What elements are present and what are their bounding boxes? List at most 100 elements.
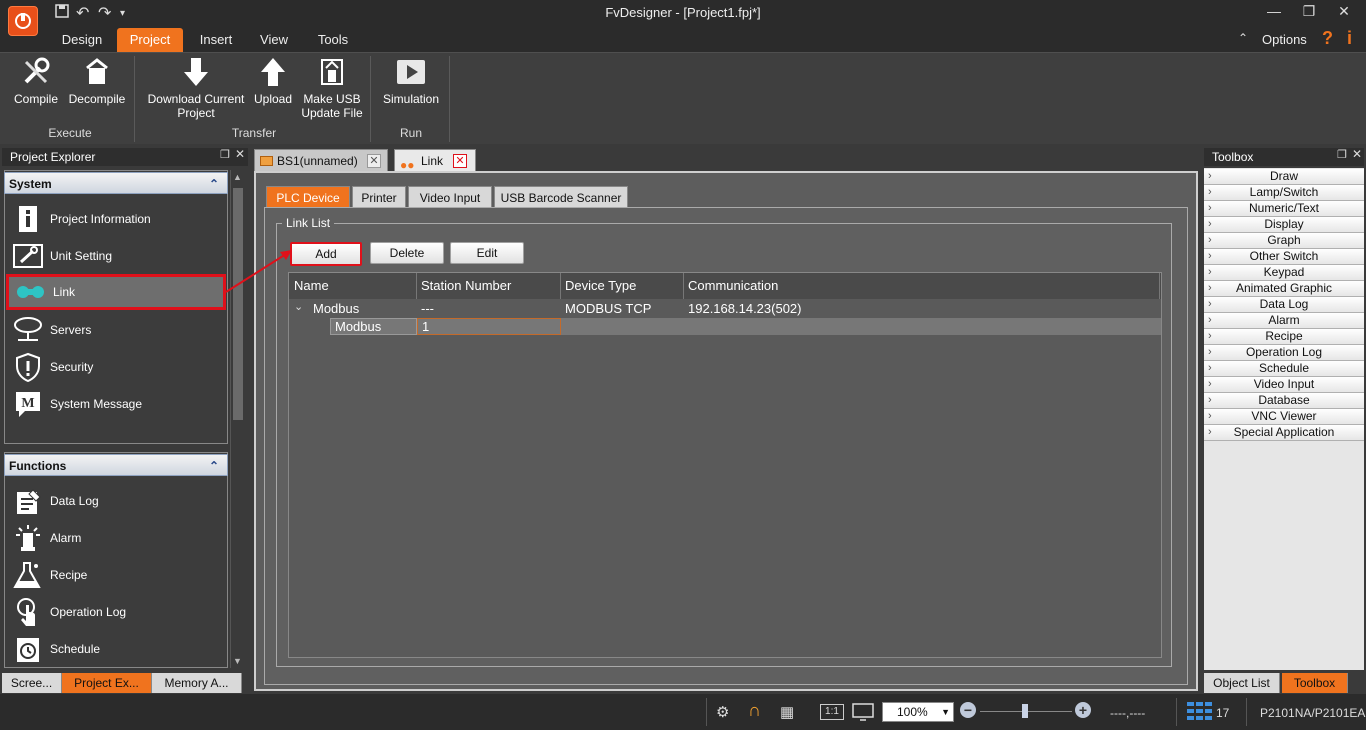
- expand-chevron-icon[interactable]: ⌄: [294, 300, 303, 313]
- status-separator: [706, 698, 707, 726]
- doc-tab-link[interactable]: ●● Link ✕: [394, 149, 476, 172]
- toolbox-item-other-switch[interactable]: › Other Switch: [1204, 249, 1364, 265]
- zoom-select[interactable]: 100% ▼: [882, 702, 954, 722]
- menu-tab-view[interactable]: View: [250, 28, 298, 52]
- close-window-icon[interactable]: ✕: [1330, 3, 1358, 20]
- column-header-station-number[interactable]: Station Number: [417, 273, 561, 299]
- tab-plc-device[interactable]: PLC Device: [266, 186, 350, 208]
- column-header-name[interactable]: Name: [290, 273, 417, 299]
- float-panel-icon[interactable]: ❐: [1337, 148, 1347, 161]
- tab-toolbox[interactable]: Toolbox: [1282, 673, 1348, 693]
- close-tab-icon[interactable]: ✕: [367, 154, 381, 168]
- toolbox-item-special-application[interactable]: › Special Application: [1204, 425, 1364, 441]
- close-panel-icon[interactable]: ✕: [235, 147, 245, 161]
- menu-tab-tools[interactable]: Tools: [306, 28, 360, 52]
- toolbox-item-display[interactable]: › Display: [1204, 217, 1364, 233]
- make-usb-update-button[interactable]: Make USB Update File: [300, 56, 364, 120]
- pe-item-project-information[interactable]: Project Information: [6, 200, 226, 237]
- tab-memory-allocation[interactable]: Memory A...: [152, 673, 242, 693]
- pe-item-operation-log[interactable]: Operation Log: [6, 593, 226, 630]
- app-logo-icon[interactable]: [8, 6, 38, 36]
- menu-tab-project[interactable]: Project: [117, 28, 183, 52]
- dropdown-arrow-icon: ▼: [941, 707, 950, 717]
- menu-tab-design[interactable]: Design: [52, 28, 112, 52]
- pe-item-unit-setting[interactable]: Unit Setting: [6, 237, 226, 274]
- collapse-chevron-icon[interactable]: ⌃: [209, 173, 219, 195]
- download-project-button[interactable]: Download Current Project: [144, 56, 248, 120]
- info-icon[interactable]: i: [1347, 28, 1352, 49]
- toolbox-item-alarm[interactable]: › Alarm: [1204, 313, 1364, 329]
- toolbox-item-recipe[interactable]: › Recipe: [1204, 329, 1364, 345]
- restore-icon[interactable]: ❐: [1295, 3, 1323, 20]
- tab-video-input[interactable]: Video Input: [408, 186, 492, 208]
- toolbox-item-schedule[interactable]: › Schedule: [1204, 361, 1364, 377]
- doc-tab-bs1[interactable]: BS1(unnamed) ✕: [254, 149, 388, 171]
- toolbox-item-graph[interactable]: › Graph: [1204, 233, 1364, 249]
- zoom-out-icon[interactable]: −: [960, 702, 976, 718]
- zoom-in-icon[interactable]: +: [1075, 702, 1091, 718]
- toolbox-item-vnc-viewer[interactable]: › VNC Viewer: [1204, 409, 1364, 425]
- minimize-icon[interactable]: —: [1260, 3, 1288, 19]
- toolbox-item-animated-graphic[interactable]: › Animated Graphic: [1204, 281, 1364, 297]
- toolbox-item-database[interactable]: › Database: [1204, 393, 1364, 409]
- settings-gear-icon[interactable]: ⚙: [716, 703, 729, 721]
- tab-project-explorer[interactable]: Project Ex...: [62, 673, 152, 693]
- pe-item-alarm[interactable]: Alarm: [6, 519, 226, 556]
- upload-button[interactable]: Upload: [250, 56, 296, 106]
- system-section-header[interactable]: System ⌃: [4, 172, 228, 194]
- help-icon[interactable]: ?: [1322, 28, 1333, 49]
- ribbon-group-transfer: Transfer: [231, 126, 277, 140]
- cell-station[interactable]: 1: [417, 318, 561, 335]
- edit-button[interactable]: Edit: [450, 242, 524, 264]
- scrollbar-thumb[interactable]: [233, 188, 243, 420]
- link-list-label: Link List: [282, 216, 335, 230]
- pe-item-recipe[interactable]: Recipe: [6, 556, 226, 593]
- pe-item-data-log[interactable]: Data Log: [6, 482, 226, 519]
- decompile-button[interactable]: Decompile: [66, 56, 128, 106]
- scroll-up-icon[interactable]: ▲: [233, 172, 242, 182]
- toolbox-item-lamp-switch[interactable]: › Lamp/Switch: [1204, 185, 1364, 201]
- toolbox-item-numeric-text[interactable]: › Numeric/Text: [1204, 201, 1364, 217]
- pe-item-servers[interactable]: Servers: [6, 311, 226, 348]
- tab-printer[interactable]: Printer: [352, 186, 406, 208]
- column-header-device-type[interactable]: Device Type: [561, 273, 684, 299]
- delete-button[interactable]: Delete: [370, 242, 444, 264]
- pe-item-schedule[interactable]: Schedule: [6, 630, 226, 667]
- toolbox-item-draw[interactable]: › Draw: [1204, 169, 1364, 185]
- column-header-communication[interactable]: Communication: [684, 273, 1160, 299]
- window-title: FvDesigner - [Project1.fpj*]: [605, 5, 761, 20]
- float-panel-icon[interactable]: ❐: [220, 148, 230, 161]
- status-separator: [1246, 698, 1247, 726]
- close-tab-icon[interactable]: ✕: [453, 154, 467, 168]
- toolbox-item-data-log[interactable]: › Data Log: [1204, 297, 1364, 313]
- options-menu[interactable]: Options: [1262, 32, 1307, 47]
- pe-item-security[interactable]: Security: [6, 348, 226, 385]
- collapse-chevron-icon[interactable]: ⌃: [209, 455, 219, 477]
- scroll-down-icon[interactable]: ▼: [233, 656, 242, 666]
- shield-icon: [12, 351, 44, 383]
- fit-screen-icon[interactable]: [852, 703, 874, 725]
- close-panel-icon[interactable]: ✕: [1352, 147, 1362, 161]
- functions-section-header[interactable]: Functions ⌃: [4, 454, 228, 476]
- explorer-scrollbar[interactable]: ▲ ▼: [230, 170, 244, 668]
- pe-item-system-message[interactable]: M System Message: [6, 385, 226, 422]
- toolbox-item-video-input[interactable]: › Video Input: [1204, 377, 1364, 393]
- zoom-slider-thumb[interactable]: [1022, 704, 1028, 718]
- magnet-snap-icon[interactable]: ∩: [748, 700, 761, 721]
- toolbox-item-keypad[interactable]: › Keypad: [1204, 265, 1364, 281]
- compile-button[interactable]: Compile: [8, 56, 64, 106]
- tab-screens[interactable]: Scree...: [2, 673, 62, 693]
- pe-item-link[interactable]: Link: [6, 274, 226, 310]
- tab-object-list[interactable]: Object List: [1204, 673, 1280, 693]
- collapse-ribbon-icon[interactable]: ⌃: [1238, 31, 1248, 45]
- toolbox-item-operation-log[interactable]: › Operation Log: [1204, 345, 1364, 361]
- simulation-button[interactable]: Simulation: [378, 56, 444, 106]
- menu-tab-insert[interactable]: Insert: [190, 28, 242, 52]
- add-button[interactable]: Add: [290, 242, 362, 266]
- device-model: P2101NA/P2101EA: [1260, 706, 1366, 720]
- tab-usb-barcode-scanner[interactable]: USB Barcode Scanner: [494, 186, 628, 208]
- actual-size-icon[interactable]: 1:1: [820, 704, 844, 720]
- toolbox-items: › Draw › Lamp/Switch › Numeric/Text › Displa…: [1204, 169, 1364, 441]
- grid-snap-icon[interactable]: ▦: [780, 703, 794, 721]
- ribbon-separator: [370, 56, 371, 142]
